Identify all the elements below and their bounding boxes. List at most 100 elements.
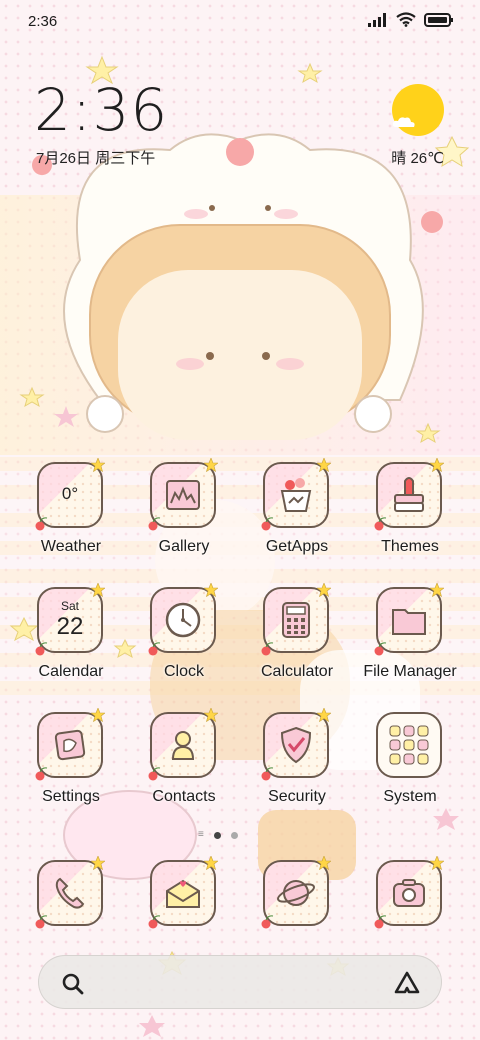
dock-messages[interactable] [129,856,239,970]
search-bar[interactable] [38,955,442,1009]
app-label: System [383,788,437,805]
page-indicator[interactable]: ≡ [198,829,238,840]
app-contacts[interactable]: Contacts [129,708,239,822]
app-themes[interactable]: Themes [355,458,465,572]
app-security[interactable]: Security [242,708,352,822]
app-label: Calendar [38,663,104,680]
app-label: Themes [381,538,439,555]
cherry-icon [148,642,161,656]
app-label: Settings [42,788,100,805]
star-icon [430,458,444,472]
status-time: 2:36 [28,13,58,30]
settings-icon[interactable] [35,708,105,781]
star-icon [317,458,331,472]
cherry-icon [261,915,274,929]
app-settings[interactable]: Settings [16,708,126,822]
cherry-icon [261,517,274,531]
app-label: File Manager [363,663,457,680]
app-label: Contacts [152,788,216,805]
cherry-icon [35,517,48,531]
app-label: Security [268,788,326,805]
app-label: Gallery [158,538,210,555]
app-label: Calculator [260,663,334,680]
gallery-glyph [166,480,200,510]
dock-camera[interactable] [355,856,465,970]
themes-icon[interactable] [374,458,444,531]
cherry-icon [374,915,387,929]
app-label: Weather [40,538,102,555]
star-icon [430,856,444,870]
planet-glyph [277,880,315,906]
calendar-icon[interactable]: Sat 22 [35,583,105,656]
status-bar: 2:36 [0,0,480,44]
dock-browser[interactable] [242,856,352,970]
star-icon [91,856,105,870]
gallery-icon[interactable] [148,458,218,531]
envelope-glyph [166,879,200,908]
app-getapps[interactable]: GetApps [242,458,352,572]
cherry-icon [148,915,161,929]
assistant-icon[interactable] [393,970,421,996]
phone-icon[interactable] [35,856,105,929]
weather-widget-text: 晴 26℃ [391,150,444,167]
star-icon [317,583,331,597]
cherry-icon [35,767,48,781]
list-icon: ≡ [198,829,204,840]
star-icon [91,708,105,722]
settings-glyph [54,729,86,761]
clock-glyph [165,602,201,638]
cherry-icon [261,642,274,656]
shield-icon [280,726,312,764]
folder-icon[interactable] [374,583,444,656]
battery-icon [424,12,453,27]
folder-glyph [392,609,426,635]
star-icon [91,583,105,597]
contacts-icon[interactable] [148,708,218,781]
search-icon[interactable] [61,972,85,996]
camera-glyph [393,879,425,907]
camera-icon[interactable] [374,856,444,929]
app-weather[interactable]: 0° Weather [16,458,126,572]
star-icon [317,856,331,870]
weather-icon[interactable]: 0° [35,458,105,531]
getapps-icon[interactable] [261,458,331,531]
wifi-icon [396,12,416,27]
cherry-icon [148,767,161,781]
app-file-manager[interactable]: File Manager [355,583,465,697]
app-label: Clock [163,663,204,680]
clock-widget-time[interactable]: 2:36 [34,78,168,142]
page-dot-active[interactable] [213,831,221,839]
cherry-icon [35,915,48,929]
contacts-glyph [171,731,195,760]
themes-glyph [394,477,424,512]
security-icon[interactable] [261,708,331,781]
browser-icon[interactable] [261,856,331,929]
star-icon [317,708,331,722]
weather-icon-temp: 0° [61,484,79,503]
phone-glyph [55,877,85,909]
messages-icon[interactable] [148,856,218,929]
page-dot[interactable] [230,831,238,839]
star-icon [204,458,218,472]
star-icon [430,583,444,597]
star-icon [204,708,218,722]
signal-icon [368,12,386,27]
app-gallery[interactable]: Gallery [129,458,239,572]
clock-icon[interactable] [148,583,218,656]
app-clock[interactable]: Clock [129,583,239,697]
calculator-icon[interactable] [261,583,331,656]
calendar-date: 22 [56,613,84,640]
calculator-glyph [282,602,310,638]
system-folder-icon[interactable] [376,712,442,778]
sunny-icon[interactable] [392,84,444,136]
getapps-glyph [280,478,312,512]
star-icon [204,583,218,597]
cherry-icon [374,517,387,531]
cherry-icon [148,517,161,531]
app-calendar[interactable]: Sat 22 Calendar [16,583,126,697]
app-calculator[interactable]: Calculator [242,583,352,697]
cherry-icon [261,767,274,781]
app-system-folder[interactable]: System [355,712,465,822]
calendar-day: Sat [60,599,79,613]
dock-phone[interactable] [16,856,126,970]
